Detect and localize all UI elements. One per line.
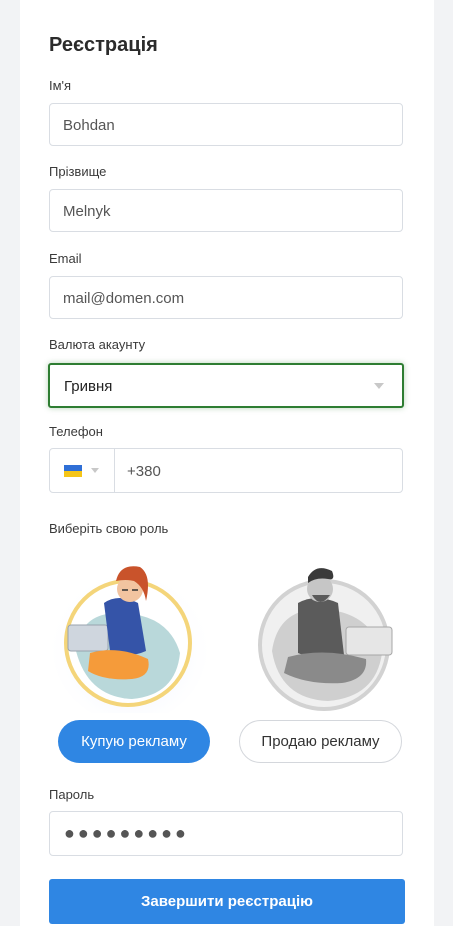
role-label: Виберіть свою роль [49,521,169,536]
phone-field[interactable]: +380 [49,448,403,493]
seller-role-avatar[interactable] [254,555,414,715]
currency-value: Гривня [64,378,113,395]
last-name-label: Прізвище [49,164,107,179]
password-label: Пароль [49,787,95,802]
ukraine-flag-icon [64,465,82,477]
currency-select[interactable]: Гривня [48,363,404,408]
phone-value: +380 [127,463,161,480]
first-name-value: Bohdan [63,117,115,134]
currency-label: Валюта акаунту [49,337,146,352]
country-code-select[interactable] [50,449,115,492]
buyer-illustration-icon [52,566,208,723]
first-name-label: Ім'я [49,78,72,93]
chevron-down-icon [374,383,384,389]
buy-ads-button[interactable]: Купую рекламу [58,720,210,763]
seller-illustration-icon [258,568,393,711]
password-value: ●●●●●●●●● [64,823,189,843]
last-name-field[interactable]: Melnyk [49,189,403,232]
first-name-field[interactable]: Bohdan [49,103,403,146]
password-field[interactable]: ●●●●●●●●● [49,811,403,856]
buyer-role-avatar[interactable] [48,553,208,723]
email-field[interactable]: mail@domen.com [49,276,403,319]
email-label: Email [49,251,82,266]
phone-label: Телефон [49,424,103,439]
page-title: Реєстрація [49,34,158,56]
chevron-down-icon [91,468,99,473]
email-value: mail@domen.com [63,290,185,307]
registration-card: Реєстрація Ім'я Bohdan Прізвище Melnyk E… [20,0,434,926]
last-name-value: Melnyk [63,203,111,220]
sell-ads-button[interactable]: Продаю рекламу [239,720,402,763]
complete-registration-button[interactable]: Завершити реєстрацію [49,879,405,924]
